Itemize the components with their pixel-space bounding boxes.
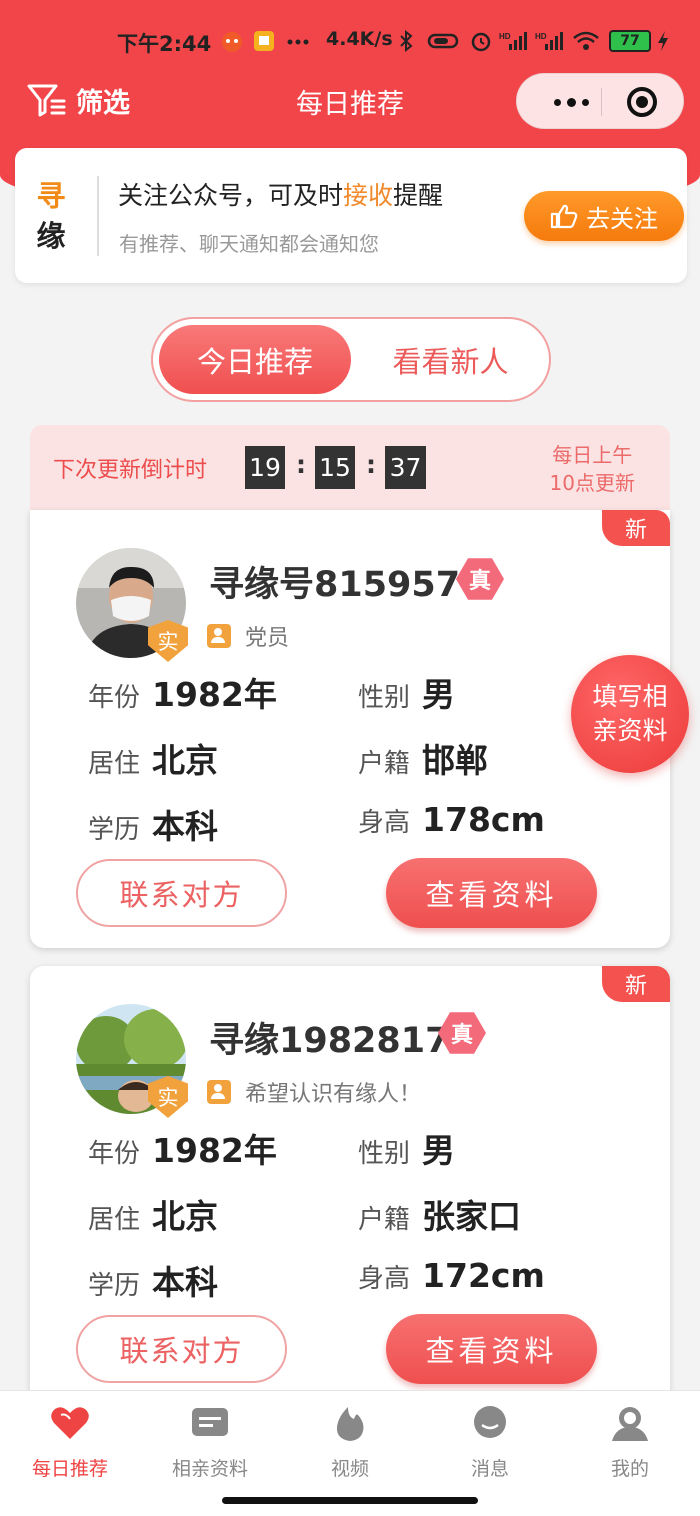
- update-note: 每日上午 10点更新: [549, 443, 635, 495]
- status-bar: 下午2:44 4.4K/s HD HD 77: [0, 22, 700, 62]
- alarm-icon: [471, 32, 491, 52]
- more-options-button[interactable]: [541, 74, 601, 130]
- verified-badge: 真: [456, 558, 504, 600]
- follow-button[interactable]: 去关注: [524, 191, 684, 241]
- countdown-label: 下次更新倒计时: [53, 458, 208, 483]
- close-miniprogram-icon[interactable]: [627, 87, 657, 117]
- countdown-hours: 19: [245, 446, 285, 489]
- profile-tagline: 党员: [207, 620, 289, 652]
- profile-name: 寻缘号815957: [209, 565, 461, 605]
- tabbar-item-video[interactable]: 视频: [300, 1403, 400, 1481]
- field-height: 身高 172cm: [358, 1256, 545, 1295]
- chat-icon: [474, 1406, 506, 1438]
- contact-button[interactable]: 联系对方: [76, 1315, 287, 1383]
- countdown-colon: :: [366, 450, 376, 479]
- recommend-tabs: 今日推荐 看看新人: [151, 317, 551, 402]
- follow-label: 去关注: [586, 204, 658, 233]
- tabbar-label: 消息: [470, 1458, 509, 1480]
- countdown-bar: 下次更新倒计时 19 : 15 : 37 每日上午 10点更新: [30, 425, 670, 510]
- svg-text:HD: HD: [535, 32, 547, 41]
- field-year: 年份 1982年: [88, 675, 277, 714]
- field-gender: 性别男: [358, 1131, 456, 1170]
- contact-button[interactable]: 联系对方: [76, 859, 287, 927]
- field-hukou: 户籍 张家口: [358, 1197, 522, 1236]
- tabbar-item-profiles[interactable]: 相亲资料: [160, 1403, 260, 1481]
- app-notification-icon: [222, 32, 242, 52]
- profile-card-icon: [192, 1408, 228, 1436]
- miniprogram-capsule: [516, 73, 684, 129]
- new-badge: 新: [602, 966, 670, 1002]
- flame-icon: [336, 1407, 364, 1441]
- view-profile-button[interactable]: 查看资料: [386, 858, 597, 928]
- tabbar-item-messages[interactable]: 消息: [440, 1403, 540, 1481]
- svg-text:HD: HD: [499, 32, 511, 41]
- tab-new-people[interactable]: 看看新人: [358, 325, 543, 394]
- signal-2-icon: HD: [535, 32, 563, 50]
- countdown-minutes: 15: [315, 446, 355, 489]
- profile-tagline: 希望认识有缘人！: [207, 1076, 421, 1108]
- tabbar-label: 视频: [330, 1458, 369, 1480]
- field-height: 身高 178cm: [358, 800, 545, 839]
- countdown-colon: :: [296, 450, 306, 479]
- notice-subtitle: 有推荐、聊天通知都会通知您: [119, 232, 379, 256]
- note-notification-icon: [254, 31, 274, 51]
- home-indicator: [222, 1497, 478, 1504]
- fill-profile-button[interactable]: 填写相亲资料: [571, 655, 689, 773]
- hearts-icon: [51, 1407, 89, 1439]
- notice-divider: [97, 176, 99, 256]
- capsule-divider: [601, 88, 602, 116]
- field-year: 年份 1982年: [88, 1131, 277, 1170]
- real-name-badge: 实: [148, 1076, 188, 1118]
- network-speed: 4.4K/s: [326, 28, 393, 50]
- signal-1-icon: HD: [499, 32, 527, 50]
- countdown-seconds: 37: [385, 446, 426, 489]
- battery-indicator: 77: [609, 30, 651, 52]
- field-city: 居住 北京: [88, 741, 219, 780]
- notice-title: 关注公众号，可及时接收提醒: [118, 181, 444, 210]
- tabbar-label: 每日推荐: [31, 1458, 108, 1480]
- id-card-icon: [207, 1080, 231, 1104]
- tabbar-label: 我的: [610, 1458, 649, 1480]
- user-icon: [612, 1407, 648, 1441]
- field-hukou: 户籍 邯郸: [358, 741, 489, 780]
- tabbar-item-daily[interactable]: 每日推荐: [20, 1403, 120, 1481]
- thumbs-up-icon: [550, 204, 578, 229]
- vibrate-icon: [427, 33, 459, 49]
- field-city: 居住 北京: [88, 1197, 219, 1236]
- charging-icon: [658, 31, 668, 51]
- more-notifications-icon: [287, 39, 309, 45]
- field-education: 学历 本科: [88, 1263, 219, 1302]
- id-card-icon: [207, 624, 231, 648]
- profile-name: 寻缘1982817: [209, 1021, 450, 1061]
- tab-today[interactable]: 今日推荐: [159, 325, 351, 394]
- tabbar-label: 相亲资料: [171, 1458, 248, 1480]
- field-education: 学历 本科: [88, 807, 219, 846]
- view-profile-button[interactable]: 查看资料: [386, 1314, 597, 1384]
- logo: 寻 缘: [36, 179, 66, 253]
- new-badge: 新: [602, 510, 670, 546]
- wifi-icon: [573, 31, 599, 50]
- tabbar-item-mine[interactable]: 我的: [580, 1403, 680, 1481]
- status-time: 下午2:44: [117, 32, 212, 56]
- bluetooth-icon: [400, 30, 413, 52]
- profile-card: 新 实 寻缘1982817 真 希望认识有缘人！ 年份 1982年 性别男 居住北…: [30, 966, 670, 1404]
- real-name-badge: 实: [148, 620, 188, 662]
- follow-notice-card: 寻 缘 关注公众号，可及时接收提醒 有推荐、聊天通知都会通知您 去关注: [15, 148, 687, 283]
- field-gender: 性别男: [358, 675, 456, 714]
